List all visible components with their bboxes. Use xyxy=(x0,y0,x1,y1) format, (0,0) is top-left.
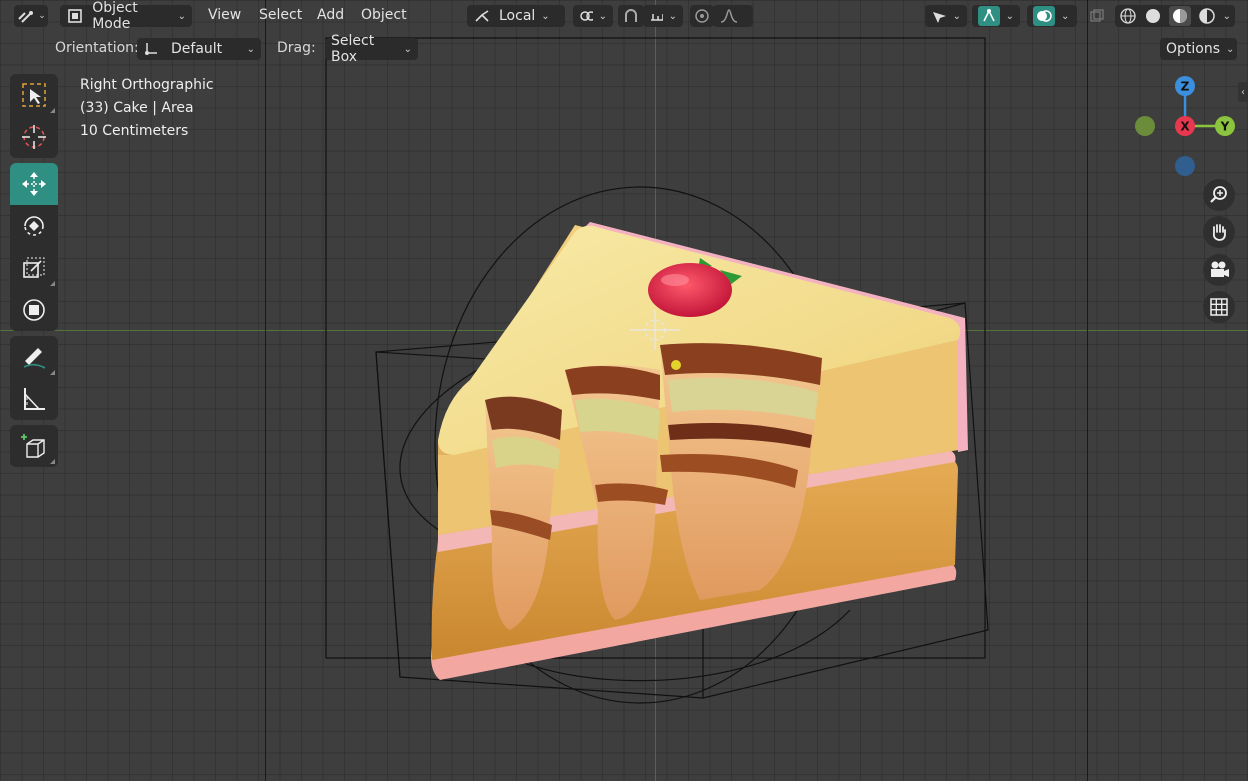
menu-view[interactable]: View xyxy=(200,7,249,23)
cursor-tool[interactable] xyxy=(10,116,58,158)
transform-tool[interactable] xyxy=(10,289,58,331)
drag-label: Drag: xyxy=(277,40,316,56)
menu-select[interactable]: Select xyxy=(251,7,310,23)
select-box-icon xyxy=(22,83,46,107)
left-toolbar xyxy=(10,74,58,472)
object-info: (33) Cake | Area xyxy=(80,100,194,116)
chevron-down-icon: ⌄ xyxy=(246,43,255,55)
gizmo-y-label: Y xyxy=(1220,120,1230,134)
select-tool-group xyxy=(10,74,58,158)
snap-toggle[interactable] xyxy=(618,5,644,27)
xray-toggle[interactable] xyxy=(1086,6,1108,26)
pivot-icon xyxy=(580,11,593,21)
transform-tool-group xyxy=(10,163,58,331)
options-label: Options xyxy=(1166,41,1221,57)
mode-label: Object Mode xyxy=(92,0,138,32)
view-name: Right Orthographic xyxy=(80,77,214,93)
shading-mode-group: ⌄ xyxy=(1115,5,1235,27)
camera-icon xyxy=(1211,261,1229,277)
add-tool-group xyxy=(10,425,58,467)
tool-header: Orientation: Default ⌄ Drag: Select Box … xyxy=(0,33,1248,65)
solid-shading-icon[interactable] xyxy=(1144,7,1162,25)
local-orientation-icon xyxy=(475,10,489,22)
orientation-value: Local xyxy=(499,8,536,24)
object-mode-icon xyxy=(68,9,82,23)
chevron-down-icon: ⌄ xyxy=(952,10,961,22)
snap-increment-icon xyxy=(651,14,663,21)
options-dropdown[interactable]: Options ⌄ xyxy=(1160,38,1237,60)
cursor-visibility-icon xyxy=(933,12,946,23)
scale-icon xyxy=(23,257,45,278)
mode-selector[interactable]: Object Mode ⌄ xyxy=(60,0,192,32)
drag-dropdown-value: Select Box xyxy=(331,33,375,65)
chevron-down-icon: ⌄ xyxy=(1005,10,1014,22)
chevron-down-icon: ⌄ xyxy=(1061,10,1070,22)
xray-icon xyxy=(1090,9,1104,22)
proportional-editing-toggle[interactable] xyxy=(690,5,714,27)
camera-view-button[interactable] xyxy=(1203,254,1235,286)
zoom-button[interactable] xyxy=(1203,179,1235,211)
annotate-pencil-icon xyxy=(23,348,46,369)
falloff-curve-icon xyxy=(720,9,738,23)
falloff-dropdown[interactable] xyxy=(713,5,753,27)
chevron-down-icon: ⌄ xyxy=(1222,10,1231,22)
proportional-editing-icon xyxy=(695,9,709,23)
chevron-down-icon: ⌄ xyxy=(177,10,186,22)
chevron-down-icon: ⌄ xyxy=(541,10,550,22)
orientation-dropdown[interactable]: Default ⌄ xyxy=(137,38,261,60)
cursor-icon xyxy=(22,125,46,149)
viewport-header: ⌄ Object Mode ⌄ View Select Add Object L… xyxy=(0,0,1248,32)
scale-info: 10 Centimeters xyxy=(80,123,189,139)
select-box-tool[interactable] xyxy=(10,74,58,116)
gizmo-icon xyxy=(978,6,1000,26)
sidebar-toggle[interactable]: ‹ xyxy=(1238,82,1248,102)
toggle-orthographic-button[interactable] xyxy=(1203,291,1235,323)
grid-icon xyxy=(1210,298,1228,316)
menu-object[interactable]: Object xyxy=(353,7,415,23)
magnet-icon xyxy=(625,9,637,22)
overlays-icon xyxy=(1033,6,1055,26)
gizmo-z-label: Z xyxy=(1181,80,1190,94)
overlays-toggle[interactable]: ⌄ xyxy=(1027,5,1077,27)
menu-add[interactable]: Add xyxy=(309,7,352,23)
chevron-down-icon: ⌄ xyxy=(1226,43,1235,55)
pivot-point-dropdown[interactable]: ⌄ xyxy=(573,5,613,27)
default-orientation-icon xyxy=(145,43,157,55)
gizmo-toggle[interactable]: ⌄ xyxy=(972,5,1020,27)
hand-icon xyxy=(1212,224,1226,241)
annotate-tool[interactable] xyxy=(10,336,58,378)
chevron-down-icon: ⌄ xyxy=(598,10,607,22)
chevron-down-icon: ⌄ xyxy=(668,10,677,22)
transform-icon xyxy=(23,299,45,321)
orientation-label: Orientation: xyxy=(55,40,139,56)
rotate-icon xyxy=(24,216,44,236)
annotate-tool-group xyxy=(10,336,58,420)
cake-model[interactable] xyxy=(0,0,1248,781)
add-cube-icon xyxy=(21,434,45,458)
navigation-gizmo[interactable]: Z Y X xyxy=(1130,72,1240,182)
measure-ruler-icon xyxy=(24,388,45,410)
move-tool[interactable] xyxy=(10,163,58,205)
gizmo-x-label: X xyxy=(1180,120,1190,134)
measure-tool[interactable] xyxy=(10,378,58,420)
move-icon xyxy=(22,172,46,196)
pan-button[interactable] xyxy=(1203,216,1235,248)
editor-type-button[interactable]: ⌄ xyxy=(14,5,48,27)
selectability-dropdown[interactable]: ⌄ xyxy=(925,5,967,27)
scale-tool[interactable] xyxy=(10,247,58,289)
zoom-icon xyxy=(1210,186,1227,203)
transform-orientation-dropdown[interactable]: Local ⌄ xyxy=(467,5,565,27)
wireframe-shading-icon[interactable] xyxy=(1119,7,1137,25)
orientation-dropdown-value: Default xyxy=(171,41,223,57)
rotate-tool[interactable] xyxy=(10,205,58,247)
rendered-shading-icon[interactable] xyxy=(1198,7,1216,25)
add-cube-tool[interactable] xyxy=(10,425,58,467)
drag-dropdown[interactable]: Select Box ⌄ xyxy=(325,33,418,65)
editor-type-icon xyxy=(18,11,34,23)
chevron-down-icon: ⌄ xyxy=(403,43,412,55)
material-preview-shading-icon[interactable] xyxy=(1168,6,1191,26)
snap-target-dropdown[interactable]: ⌄ xyxy=(643,5,683,27)
